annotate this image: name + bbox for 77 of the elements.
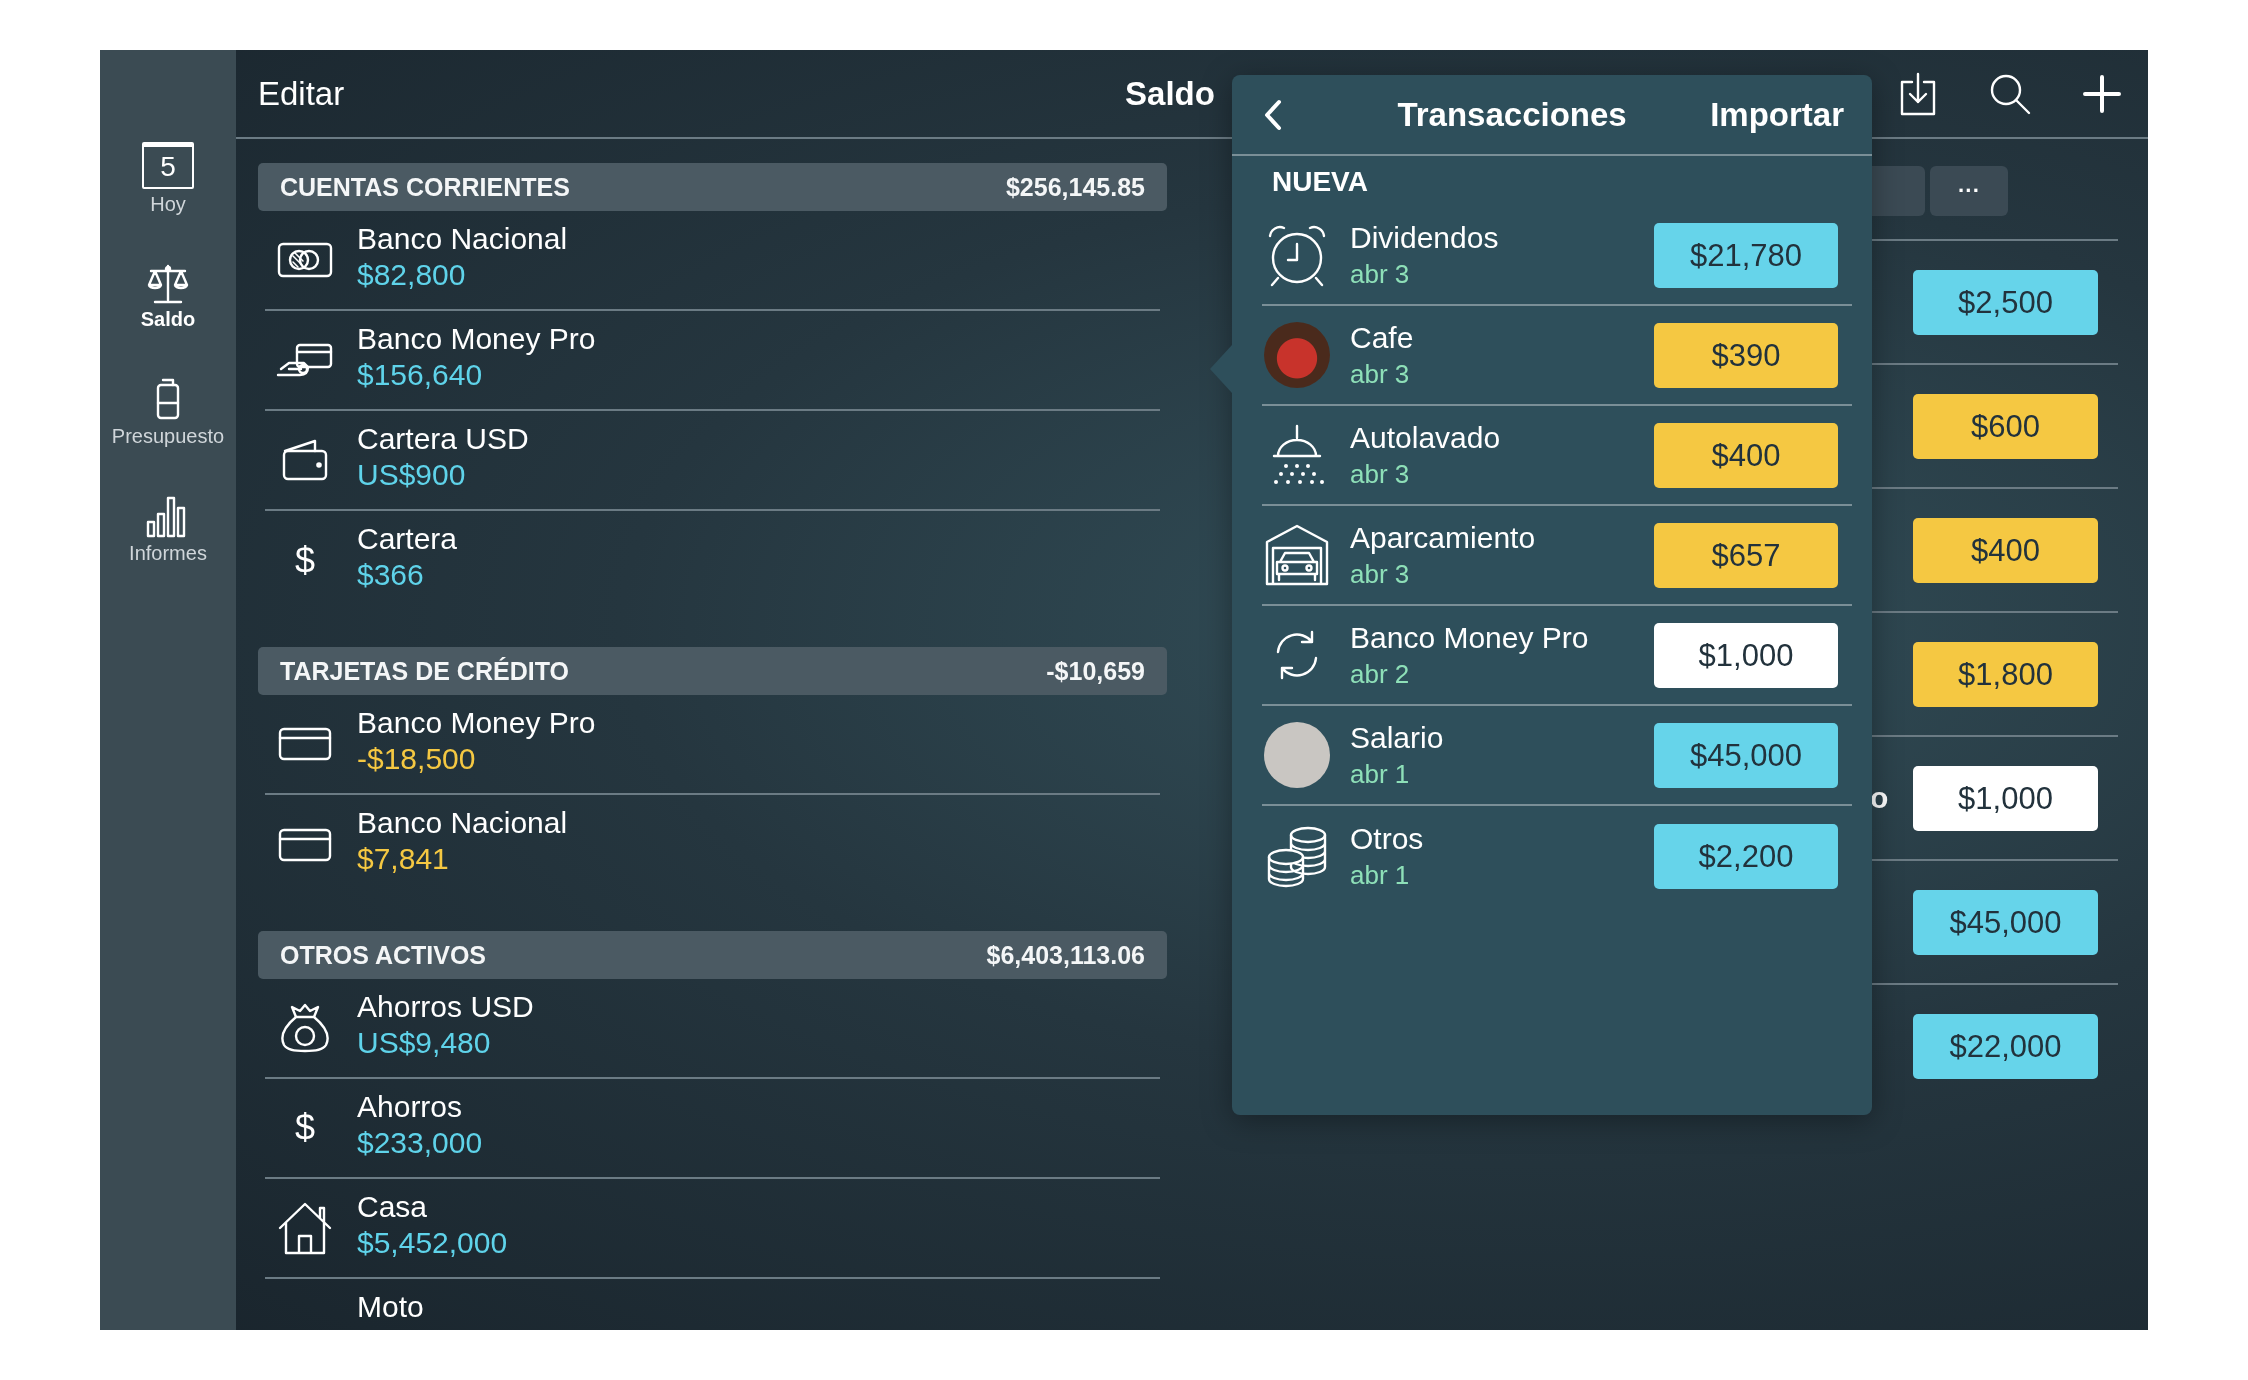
amount-button[interactable]: $1,000 — [1913, 765, 2098, 831]
amount-button[interactable]: $390 — [1654, 322, 1838, 388]
download-button[interactable] — [1898, 71, 1938, 116]
dollar-symbol: $ — [295, 1107, 315, 1149]
chevron-left-icon — [1262, 97, 1284, 132]
amount-button[interactable]: $21,780 — [1654, 222, 1838, 288]
transaction-name: Otros — [1350, 821, 1425, 856]
amount-button[interactable]: $657 — [1654, 522, 1838, 588]
sidebar-tab[interactable]: 5 Hoy — [100, 142, 236, 216]
amount-button[interactable]: $600 — [1913, 393, 2098, 459]
money-bag-icon — [278, 1001, 332, 1055]
transaction-date: abr 1 — [1350, 859, 1411, 891]
amount-button[interactable]: $22,000 — [1913, 1013, 2098, 1079]
add-icon — [2082, 73, 2122, 114]
transaction-date: abr 1 — [1350, 758, 1411, 790]
account-name: Banco Money Pro — [357, 322, 596, 356]
account-balance: -$18,500 — [357, 742, 477, 776]
account-name: Casa — [357, 1190, 429, 1224]
edit-button[interactable]: Editar — [258, 74, 345, 113]
group-label: NUEVA — [1271, 165, 1369, 199]
transaction-name: Salario — [1350, 720, 1445, 755]
transaction-name: Cafe — [1350, 320, 1415, 355]
popover-title: Transacciones — [1396, 95, 1628, 134]
account-balance: US$900 — [357, 458, 467, 492]
transaction-date: abr 3 — [1350, 258, 1411, 290]
add-button[interactable] — [2082, 73, 2122, 114]
house-icon — [276, 1200, 334, 1256]
transaction-name: Aparcamiento — [1350, 520, 1537, 555]
screen-title: Saldo — [1125, 74, 1215, 113]
section-total: -$10,659 — [1046, 656, 1145, 686]
more-button[interactable]: ··· — [1930, 166, 2008, 216]
account-balance: US$9,480 — [357, 1026, 492, 1060]
import-button[interactable]: Importar — [1710, 95, 1844, 134]
amount-button[interactable]: $400 — [1654, 422, 1838, 488]
section-title: TARJETAS DE CRÉDITO — [280, 656, 569, 686]
account-balance: $233,000 — [357, 1126, 483, 1160]
section-title: CUENTAS CORRIENTES — [280, 172, 570, 202]
transaction-date: abr 2 — [1350, 658, 1411, 690]
sidebar-tab[interactable]: Informes — [100, 494, 236, 565]
account-name: Banco Nacional — [357, 222, 568, 256]
account-name: Cartera — [357, 522, 458, 556]
dollar-symbol: $ — [295, 540, 315, 582]
calendar-icon: 5 — [142, 142, 194, 189]
amount-button[interactable]: $45,000 — [1913, 889, 2098, 955]
garage-car-icon — [1264, 522, 1330, 588]
transaction-name: Autolavado — [1350, 420, 1502, 455]
scales-icon — [145, 262, 191, 304]
amount-button[interactable]: $1,800 — [1913, 641, 2098, 707]
account-name: Banco Nacional — [357, 806, 568, 840]
amount-button[interactable]: $45,000 — [1654, 722, 1838, 788]
account-balance: $5,452,000 — [357, 1226, 508, 1260]
account-balance: $82,800 — [357, 258, 467, 292]
section-total: $256,145.85 — [1005, 172, 1145, 202]
sidebar-tab[interactable]: Presupuesto — [100, 377, 236, 448]
transaction-date: abr 3 — [1350, 558, 1411, 590]
account-balance: $7,841 — [357, 842, 450, 876]
amount-button[interactable]: $2,500 — [1913, 269, 2098, 335]
account-balance: $156,640 — [357, 358, 484, 392]
account-name: Cartera USD — [357, 422, 529, 456]
transaction-date: abr 3 — [1350, 358, 1411, 390]
back-button[interactable] — [1262, 97, 1284, 132]
transaction-date: abr 3 — [1350, 458, 1411, 490]
transaction-name: Banco Money Pro — [1350, 620, 1590, 655]
download-icon — [1898, 71, 1938, 116]
row-label: o — [1870, 781, 1889, 815]
account-name: Moto — [357, 1290, 424, 1324]
account-name: Ahorros — [357, 1090, 464, 1124]
amount-button[interactable]: $2,200 — [1654, 823, 1838, 889]
account-name: Ahorros USD — [357, 990, 534, 1024]
account-balance: $366 — [357, 558, 425, 592]
amount-button[interactable]: $1,000 — [1654, 622, 1838, 688]
amount-button[interactable]: $400 — [1913, 517, 2098, 583]
transaction-name: Dividendos — [1350, 220, 1500, 255]
account-name: Banco Money Pro — [357, 706, 596, 740]
sidebar-tab[interactable]: Saldo — [100, 262, 236, 331]
section-total: $6,403,113.06 — [986, 940, 1145, 970]
section-title: OTROS ACTIVOS — [280, 940, 487, 970]
